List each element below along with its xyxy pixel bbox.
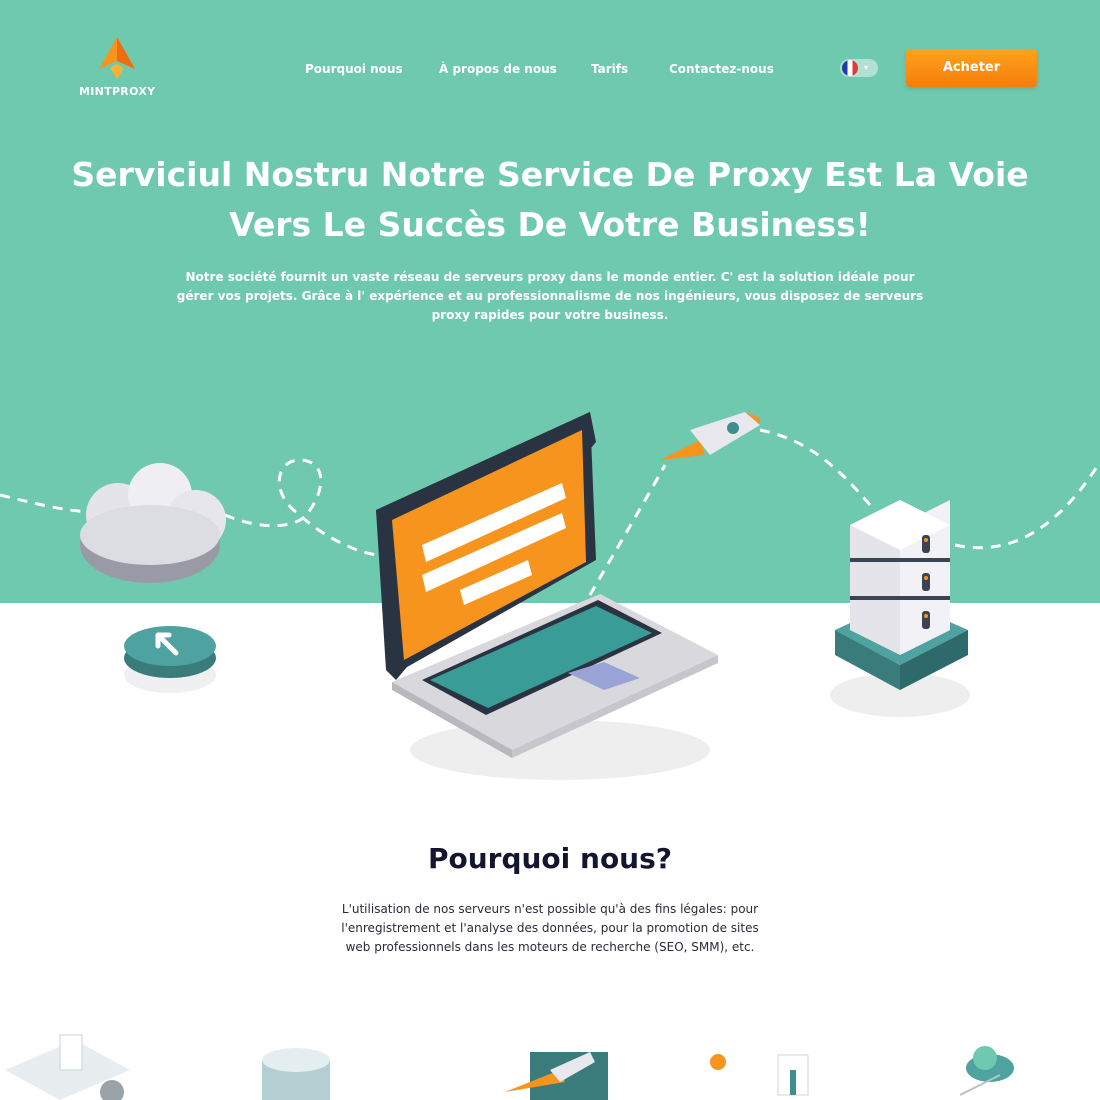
hero-title: Serviciul Nostru Notre Service De Proxy … — [71, 155, 1029, 244]
section-description: L'utilisation de nos serveurs n'est poss… — [341, 902, 759, 954]
france-flag-icon — [842, 60, 858, 76]
nav-link-pricing[interactable]: Tarifs — [591, 62, 628, 76]
logo-text: MINTPROXY — [79, 85, 156, 98]
nav-link-contact[interactable]: Contactez-nous — [669, 62, 774, 76]
nav-link-why[interactable]: Pourquoi nous — [305, 62, 403, 76]
cursor-button-icon — [124, 626, 216, 693]
cloud-network-icon — [959, 1046, 1014, 1096]
logo-rocket-icon — [99, 37, 135, 79]
cylinder-icon — [262, 1048, 330, 1100]
laptop-icon — [376, 412, 718, 780]
nav-link-about[interactable]: À propos de nous — [439, 62, 557, 76]
cloud-icon — [80, 463, 226, 583]
logo[interactable]: MINTPROXY — [79, 35, 155, 101]
hero-illustration — [0, 412, 1100, 780]
analytics-icon — [5, 1034, 130, 1100]
idea-dashboard-icon — [710, 1054, 809, 1096]
server-rack-icon — [830, 500, 970, 717]
rocket-icon — [660, 412, 760, 460]
hero-description: Notre société fournit un vaste réseau de… — [176, 270, 924, 322]
feature-icons-row — [5, 1034, 1014, 1100]
language-selector[interactable]: ▾ — [840, 59, 878, 77]
rocket-launch-icon — [505, 1052, 608, 1100]
buy-button[interactable]: Acheter — [906, 49, 1037, 87]
section-title: Pourquoi nous? — [427, 842, 673, 875]
chevron-down-icon: ▾ — [864, 63, 869, 72]
